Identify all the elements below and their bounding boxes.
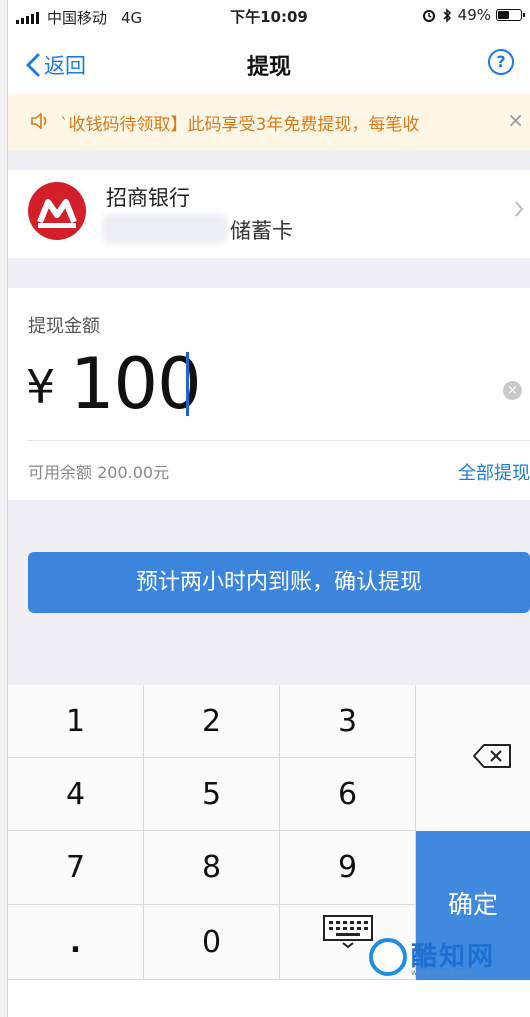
watermark-url: www.kuzhi.com — [411, 968, 474, 977]
key-3[interactable]: 3 — [280, 685, 416, 758]
bank-name: 招商银行 — [106, 186, 190, 210]
currency-symbol: ¥ — [26, 360, 56, 414]
backspace-icon — [473, 744, 511, 768]
available-balance: 可用余额 200.00元 — [28, 463, 170, 482]
page-title: 提现 — [246, 55, 291, 80]
key-5[interactable]: 5 — [144, 758, 280, 831]
card-type-label: 储蓄卡 — [230, 219, 293, 243]
speaker-icon — [31, 112, 47, 130]
phone-screen: 中国移动 4G 下午10:09 49% 返回 提现 ? `收钱码待领取】此码享受… — [8, 0, 530, 1017]
watermark-logo: 酷知网 www.kuzhi.com — [363, 932, 513, 986]
battery-percent: 49% — [457, 6, 491, 24]
navigation-bar: 返回 提现 ? — [8, 32, 530, 94]
chevron-right-icon — [515, 201, 524, 217]
key-8[interactable]: 8 — [144, 831, 280, 905]
key-1[interactable]: 1 — [8, 685, 144, 758]
status-right: 49% — [422, 6, 525, 24]
key-7[interactable]: 7 — [8, 831, 144, 905]
clear-icon[interactable]: × — [503, 381, 522, 400]
divider — [28, 440, 530, 441]
confirm-withdraw-button[interactable]: 预计两小时内到账，确认提现 — [28, 552, 530, 613]
card-number-blurred — [102, 214, 228, 244]
withdraw-all-link[interactable]: 全部提现 — [458, 459, 530, 485]
bluetooth-icon — [443, 7, 451, 23]
key-4[interactable]: 4 — [8, 758, 144, 831]
key-2[interactable]: 2 — [144, 685, 280, 758]
bank-logo-icon — [28, 182, 86, 240]
text-cursor — [186, 352, 189, 416]
watermark-icon — [369, 938, 407, 976]
amount-input[interactable]: 100 — [70, 343, 202, 425]
battery-level — [498, 11, 509, 19]
notice-close-icon[interactable]: × — [507, 108, 524, 132]
amount-label: 提现金额 — [28, 316, 100, 337]
bank-card-selector[interactable]: 招商银行 储蓄卡 — [8, 170, 530, 258]
help-icon[interactable]: ? — [488, 49, 514, 75]
left-edge-strip — [0, 0, 8, 1017]
notice-banner[interactable]: `收钱码待领取】此码享受3年免费提现，每笔收 × — [8, 94, 530, 150]
alarm-icon — [422, 10, 435, 22]
key-dot[interactable]: . — [8, 905, 144, 980]
amount-panel: 提现金额 ¥ 100 × 可用余额 200.00元 全部提现 — [8, 288, 530, 500]
key-6[interactable]: 6 — [280, 758, 416, 831]
battery-icon — [496, 9, 525, 21]
status-bar: 中国移动 4G 下午10:09 49% — [8, 0, 530, 32]
key-0[interactable]: 0 — [144, 905, 280, 980]
notice-text: `收钱码待领取】此码享受3年免费提现，每笔收 — [60, 115, 420, 135]
backspace-button[interactable] — [416, 685, 530, 831]
key-9[interactable]: 9 — [280, 831, 416, 905]
